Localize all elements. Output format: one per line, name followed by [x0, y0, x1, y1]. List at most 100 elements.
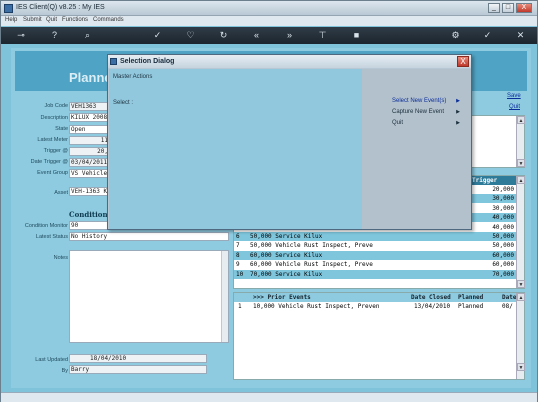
condition-monitor-label: Condition Monitor — [24, 223, 68, 229]
scroll-down-icon[interactable]: ▼ — [517, 280, 525, 288]
settings-icon[interactable]: ⚙ — [449, 29, 462, 42]
menu-item-capture-new-event[interactable]: Capture New Event ▶ — [392, 109, 462, 115]
forward-icon[interactable]: » — [283, 29, 296, 42]
stop-icon[interactable]: ■ — [350, 29, 363, 42]
menu-bar: Help Submit Quit Functions Commands — [1, 16, 537, 26]
scroll-up-icon[interactable]: ▲ — [517, 176, 525, 184]
search-icon[interactable]: ⌕ — [81, 29, 94, 42]
row-number: 10 — [236, 270, 244, 278]
last-updated-label: Last Updated — [35, 357, 68, 363]
trigger-cell: 50,000 — [492, 233, 514, 240]
planned-cell: Planned — [458, 303, 484, 310]
window-title: IES Client(Q) v8.25 : My IES — [16, 4, 105, 11]
menu-item-quit[interactable]: Quit ▶ — [392, 120, 462, 126]
dialog-title: Selection Dialog — [120, 58, 175, 65]
scroll-up-icon[interactable]: ▲ — [517, 293, 525, 301]
planned-column-header: Planned — [458, 294, 484, 301]
toolbar: ⊸ ? ⌕ ✓ ♡ ↻ « » ⊤ ■ ⚙ ✓ ✕ — [1, 27, 537, 44]
dialog-title-bar: Selection Dialog X — [108, 55, 471, 68]
maximize-button[interactable]: □ — [502, 3, 514, 13]
menu-item-label: Capture New Event — [392, 109, 445, 115]
heart-icon[interactable]: ♡ — [184, 29, 197, 42]
row-number: 9 — [236, 261, 240, 269]
date-column-header: Date — [502, 294, 517, 301]
trigger-cell: 30,000 — [492, 195, 514, 203]
menu-commands[interactable]: Commands — [93, 17, 124, 23]
table-row[interactable]: 9 60,000 Vehicle Rust Inspect, Preve 60,00… — [234, 260, 517, 269]
prior-events-grid: >>> Prior Events Date Closed Planned Dat… — [233, 292, 525, 380]
by-label: By — [61, 368, 68, 374]
date-trigger-field: 03/04/2011 — [69, 158, 109, 167]
asset-field[interactable]: VEH-1363 K — [69, 187, 109, 196]
cancel-icon[interactable]: ✕ — [514, 29, 527, 42]
close-window-button[interactable]: X — [516, 3, 532, 13]
chevron-right-icon: ▶ — [456, 98, 460, 104]
row-number: 1 — [238, 303, 242, 310]
trigger-cell: 60,000 — [492, 251, 514, 259]
planned-grid-scrollbar[interactable]: ▲ ▼ — [516, 176, 525, 288]
event-group-field[interactable]: VS Vehicle — [69, 169, 109, 178]
menu-item-label: Select New Event(s) — [392, 98, 447, 104]
dialog-action-menu: Select New Event(s) ▶ Capture New Event … — [362, 69, 471, 229]
trigger-column-header: Trigger — [472, 177, 498, 184]
job-code-field[interactable]: VEH1363 — [69, 102, 109, 111]
table-row[interactable]: 10 70,000 Service Kilux 70,000 — [234, 269, 517, 279]
quit-link[interactable]: Quit — [509, 104, 520, 110]
trigger-cell: 40,000 — [492, 214, 514, 222]
pin-icon[interactable]: ✓ — [151, 29, 164, 42]
key-icon[interactable]: ⊸ — [11, 29, 31, 42]
last-updated-field: 18/04/2010 — [69, 354, 207, 363]
status-bar — [1, 392, 537, 402]
dialog-left-panel: Master Actions Select : — [109, 69, 362, 229]
save-link[interactable]: Save — [507, 93, 521, 99]
state-label: State — [55, 126, 68, 132]
latest-status-field: No History — [69, 232, 229, 241]
menu-submit[interactable]: Submit — [23, 17, 42, 23]
ok-icon[interactable]: ✓ — [481, 29, 494, 42]
selection-dialog: Selection Dialog X Master Actions Select… — [107, 54, 472, 230]
menu-functions[interactable]: Functions — [62, 17, 88, 23]
table-row[interactable]: 1 10,000 Vehicle Rust Inspect, Preven 13/0… — [234, 302, 517, 311]
state-field[interactable]: Open — [69, 125, 109, 134]
prior-grid-header: >>> Prior Events Date Closed Planned Dat… — [234, 293, 517, 302]
menu-item-select-new-events[interactable]: Select New Event(s) ▶ — [392, 98, 462, 104]
event-cell: 50,000 Service Kilux — [250, 233, 323, 240]
trigger-field: 20, — [69, 147, 109, 156]
minimize-button[interactable]: _ — [488, 3, 500, 13]
trigger-label: Trigger @ — [43, 148, 68, 154]
grid-upper-scrollbar[interactable]: ▲ ▼ — [516, 116, 525, 167]
latest-meter-label: Latest Meter — [37, 137, 68, 143]
row-number: 8 — [236, 251, 240, 259]
description-field[interactable]: KILUX 2008 — [69, 113, 109, 122]
event-cell: 50,000 Vehicle Rust Inspect, Preve — [250, 242, 373, 250]
row-number: 6 — [236, 233, 240, 240]
filter-icon[interactable]: ⊤ — [316, 29, 329, 42]
scroll-down-icon[interactable]: ▼ — [517, 159, 525, 167]
refresh-icon[interactable]: ↻ — [217, 29, 230, 42]
asset-label: Asset — [54, 190, 68, 196]
trigger-cell: 50,000 — [492, 242, 514, 250]
menu-help[interactable]: Help — [5, 17, 17, 23]
table-row[interactable]: 8 60,000 Service Kilux 60,000 — [234, 250, 517, 260]
app-window: IES Client(Q) v8.25 : My IES _ □ X Help … — [0, 0, 538, 402]
date-trigger-label: Date Trigger @ — [30, 159, 68, 165]
scroll-down-icon[interactable]: ▼ — [517, 363, 525, 371]
page-title: Planne — [69, 70, 112, 85]
notes-scrollbar[interactable] — [221, 251, 228, 342]
rewind-icon[interactable]: « — [250, 29, 263, 42]
table-row[interactable]: 6 50,000 Service Kilux 50,000 — [234, 232, 517, 241]
row-number: 7 — [236, 242, 240, 250]
event-cell: 10,000 Vehicle Rust Inspect, Preven — [253, 303, 380, 310]
notes-textarea[interactable] — [69, 250, 229, 343]
scroll-up-icon[interactable]: ▲ — [517, 116, 525, 124]
help-icon[interactable]: ? — [48, 29, 61, 42]
menu-quit[interactable]: Quit — [46, 17, 57, 23]
trigger-cell: 40,000 — [492, 223, 514, 231]
prior-grid-scrollbar[interactable]: ▲ ▼ — [516, 293, 525, 379]
event-cell: 70,000 Service Kilux — [250, 270, 323, 278]
dialog-icon — [110, 58, 117, 65]
app-icon — [4, 4, 13, 13]
event-group-label: Event Group — [37, 170, 68, 176]
dialog-close-button[interactable]: X — [457, 56, 469, 67]
table-row[interactable]: 7 50,000 Vehicle Rust Inspect, Preve 50,00… — [234, 241, 517, 250]
